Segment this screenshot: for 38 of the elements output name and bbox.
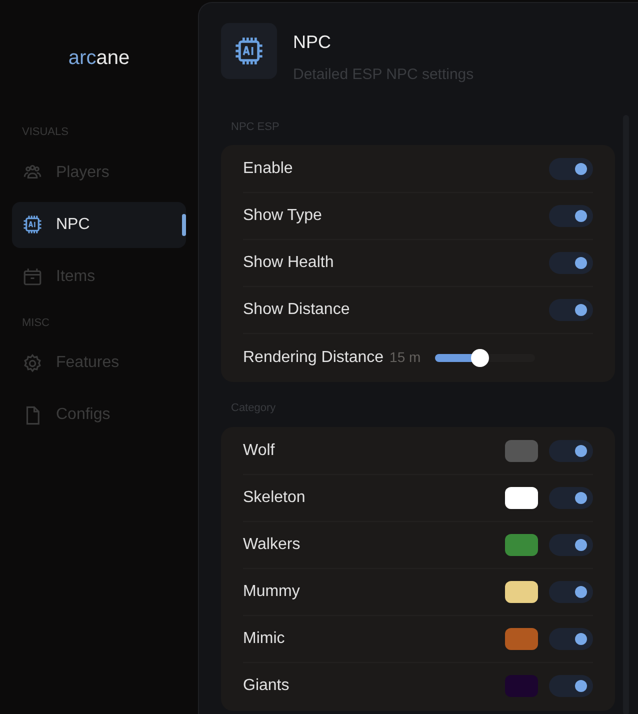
color-swatch[interactable] bbox=[505, 628, 538, 650]
toggle-switch[interactable] bbox=[549, 440, 593, 462]
setting-label: Skeleton bbox=[243, 488, 306, 508]
gear-icon bbox=[22, 352, 43, 374]
setting-label: Rendering Distance bbox=[243, 348, 384, 368]
logo: arcane bbox=[68, 46, 130, 71]
selection-indicator bbox=[182, 214, 186, 236]
setting-label: Wolf bbox=[243, 440, 275, 460]
slider-thumb[interactable] bbox=[470, 348, 489, 366]
setting-label: Giants bbox=[243, 676, 290, 696]
toggle-switch[interactable] bbox=[549, 534, 593, 556]
toggle-switch[interactable] bbox=[549, 299, 593, 321]
setting-label: Walkers bbox=[243, 534, 300, 554]
setting-label: Enable bbox=[243, 159, 293, 179]
toggle-switch[interactable] bbox=[549, 486, 593, 508]
toggle-switch[interactable] bbox=[549, 158, 593, 180]
color-swatch[interactable] bbox=[505, 675, 538, 697]
box-icon bbox=[22, 266, 43, 287]
toggle-switch[interactable] bbox=[549, 628, 593, 650]
chip-icon bbox=[22, 214, 43, 235]
page-title: NPC bbox=[293, 31, 332, 54]
toggle-switch[interactable] bbox=[549, 675, 593, 697]
nav-item[interactable]: NPC bbox=[12, 202, 186, 248]
toggle-switch[interactable] bbox=[549, 580, 593, 602]
setting-label: Show Distance bbox=[243, 300, 350, 320]
slider-reading: 15 m bbox=[390, 348, 421, 367]
setting-label: Show Health bbox=[243, 253, 334, 273]
color-swatch[interactable] bbox=[505, 534, 538, 556]
color-swatch[interactable] bbox=[505, 440, 538, 462]
setting-label: Mimic bbox=[243, 628, 285, 648]
toggle-switch[interactable] bbox=[549, 252, 593, 274]
color-swatch[interactable] bbox=[505, 580, 538, 602]
chip-icon bbox=[233, 35, 265, 67]
toggle-switch[interactable] bbox=[549, 205, 593, 227]
setting-label: Show Type bbox=[243, 206, 322, 226]
color-swatch[interactable] bbox=[505, 486, 538, 508]
setting-label: Mummy bbox=[243, 582, 300, 602]
slider[interactable] bbox=[434, 348, 535, 366]
